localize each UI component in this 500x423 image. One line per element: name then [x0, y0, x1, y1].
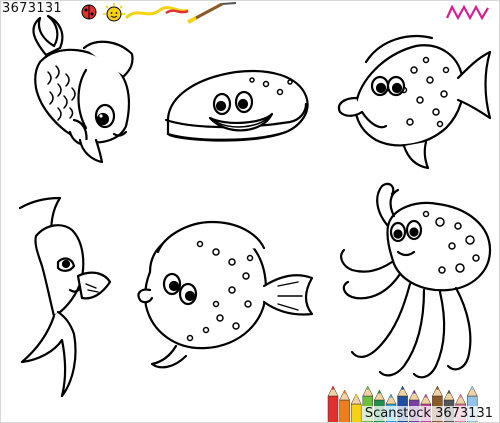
- page-frame: [0, 0, 500, 423]
- coloring-page: 3673131 Scanstock 3673131: [0, 0, 500, 423]
- top-banner: [0, 0, 500, 22]
- bottom-watermark-id: Scanstock 3673131: [361, 406, 496, 421]
- top-watermark-id: 3673131: [2, 1, 62, 16]
